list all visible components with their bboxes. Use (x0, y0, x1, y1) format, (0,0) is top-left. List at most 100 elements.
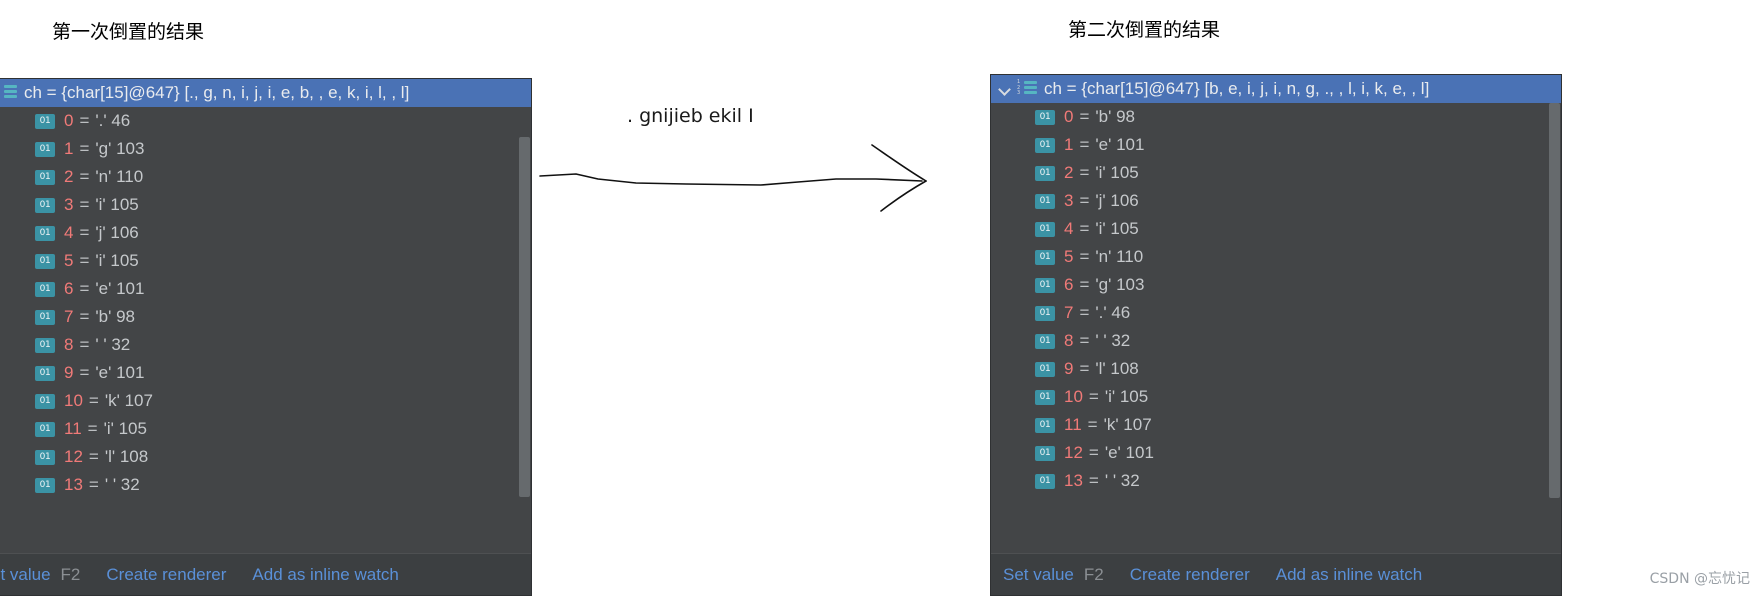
tree-row[interactable]: 01 4 = 'i' 105 (991, 215, 1561, 243)
vertical-scrollbar-left[interactable] (518, 107, 531, 553)
array-value: ' ' 32 (1104, 471, 1140, 490)
array-index: 4 (64, 223, 74, 242)
tree-row[interactable]: 01 3 = 'i' 105 (0, 191, 531, 219)
array-value: ' ' 32 (95, 335, 131, 354)
array-index: 11 (1064, 415, 1082, 434)
primitive-01-icon: 01 (35, 281, 55, 297)
primitive-01-icon: 01 (35, 393, 55, 409)
chevron-down-icon[interactable] (997, 81, 1013, 97)
equals-sign: = (1079, 163, 1090, 182)
tree-row[interactable]: 01 12 = 'e' 101 (991, 439, 1561, 467)
array-index: 0 (64, 111, 74, 130)
tree-row[interactable]: 01 2 = 'i' 105 (991, 159, 1561, 187)
tree-row[interactable]: 01 11 = 'i' 105 (0, 415, 531, 443)
tree-row[interactable]: 01 10 = 'k' 107 (0, 387, 531, 415)
primitive-01-icon: 01 (35, 365, 55, 381)
scrollbar-thumb[interactable] (1549, 103, 1560, 498)
tree-row[interactable]: 01 4 = 'j' 106 (0, 219, 531, 247)
tree-row[interactable]: 01 5 = 'i' 105 (0, 247, 531, 275)
array-index: 9 (1064, 359, 1074, 378)
array-value: 'k' 107 (1103, 415, 1152, 434)
array-value: 'n' 110 (1095, 247, 1144, 266)
variables-tree-left[interactable]: 123 ch = {char[15]@647} [., g, n, i, j, … (0, 79, 531, 553)
array-index: 3 (1064, 191, 1074, 210)
set-value-button[interactable]: et value (0, 565, 51, 585)
array-index: 5 (64, 251, 74, 270)
equals-sign: = (1079, 135, 1090, 154)
section-caption-left: 第一次倒置的结果 (52, 21, 205, 43)
tree-row[interactable]: 01 9 = 'l' 108 (991, 355, 1561, 383)
tree-row[interactable]: 01 6 = 'e' 101 (0, 275, 531, 303)
create-renderer-button[interactable]: Create renderer (106, 565, 226, 585)
create-renderer-button[interactable]: Create renderer (1130, 565, 1250, 585)
array-index: 12 (64, 447, 83, 466)
equals-sign: = (79, 111, 90, 130)
action-toolbar-right: Set value F2 Create renderer Add as inli… (991, 553, 1561, 595)
array-header-label: ch = {char[15]@647} [., g, n, i, j, i, e… (24, 83, 410, 102)
tree-row[interactable]: 01 0 = 'b' 98 (991, 103, 1561, 131)
array-header-label: ch = {char[15]@647} [b, e, i, j, i, n, g… (1044, 79, 1430, 98)
primitive-01-icon: 01 (1035, 361, 1055, 377)
annotation-text: . gnijieb ekil I (627, 105, 754, 127)
array-value: 'i' 105 (1104, 387, 1149, 406)
watermark-text: CSDN @忘忧记 (1649, 571, 1750, 587)
equals-sign: = (79, 139, 90, 158)
primitive-01-icon: 01 (35, 169, 55, 185)
array-icon: 123 (1017, 79, 1037, 98)
tree-row[interactable]: 01 13 = ' ' 32 (0, 471, 531, 499)
set-value-button[interactable]: Set value (1003, 565, 1074, 585)
array-value: 'i' 105 (1095, 163, 1139, 182)
array-index: 6 (1064, 275, 1074, 294)
tree-row-array-header-left[interactable]: 123 ch = {char[15]@647} [., g, n, i, j, … (0, 79, 531, 107)
tree-row-array-header-right[interactable]: 123 ch = {char[15]@647} [b, e, i, j, i, … (991, 75, 1561, 103)
equals-sign: = (79, 307, 90, 326)
add-as-inline-watch-button[interactable]: Add as inline watch (252, 565, 398, 585)
array-value: 'j' 106 (95, 223, 139, 242)
tree-row[interactable]: 01 10 = 'i' 105 (991, 383, 1561, 411)
equals-sign: = (79, 251, 90, 270)
array-value: 'l' 108 (1095, 359, 1139, 378)
hand-drawn-arrow-icon (539, 144, 927, 212)
equals-sign: = (1079, 331, 1090, 350)
add-as-inline-watch-button[interactable]: Add as inline watch (1276, 565, 1422, 585)
set-value-shortcut: F2 (60, 564, 81, 584)
primitive-01-icon: 01 (35, 477, 55, 493)
array-index: 1 (64, 139, 74, 158)
tree-row[interactable]: 01 7 = '.' 46 (991, 299, 1561, 327)
tree-row[interactable]: 01 0 = '.' 46 (0, 107, 531, 135)
array-value: 'e' 101 (1104, 443, 1154, 462)
equals-sign: = (79, 195, 90, 214)
tree-row[interactable]: 01 1 = 'g' 103 (0, 135, 531, 163)
tree-row[interactable]: 01 11 = 'k' 107 (991, 411, 1561, 439)
tree-row[interactable]: 01 12 = 'l' 108 (0, 443, 531, 471)
tree-row[interactable]: 01 8 = ' ' 32 (0, 331, 531, 359)
primitive-01-icon: 01 (1035, 221, 1055, 237)
vertical-scrollbar-right[interactable] (1548, 103, 1561, 553)
array-value: ' ' 32 (1095, 331, 1131, 350)
tree-row[interactable]: 01 2 = 'n' 110 (0, 163, 531, 191)
variables-tree-right[interactable]: 123 ch = {char[15]@647} [b, e, i, j, i, … (991, 75, 1561, 553)
array-value: 'j' 106 (1095, 191, 1139, 210)
array-index: 12 (1064, 443, 1083, 462)
tree-row[interactable]: 01 7 = 'b' 98 (0, 303, 531, 331)
array-index: 8 (64, 335, 74, 354)
tree-row[interactable]: 01 8 = ' ' 32 (991, 327, 1561, 355)
tree-row[interactable]: 01 1 = 'e' 101 (991, 131, 1561, 159)
equals-sign: = (1079, 359, 1090, 378)
primitive-01-icon: 01 (1035, 389, 1055, 405)
action-toolbar-left: et value F2 Create renderer Add as inlin… (0, 553, 531, 595)
array-index: 8 (1064, 331, 1074, 350)
primitive-01-icon: 01 (35, 253, 55, 269)
equals-sign: = (1079, 107, 1090, 126)
tree-row[interactable]: 01 3 = 'j' 106 (991, 187, 1561, 215)
tree-row[interactable]: 01 5 = 'n' 110 (991, 243, 1561, 271)
primitive-01-icon: 01 (35, 449, 55, 465)
scrollbar-thumb[interactable] (519, 137, 530, 497)
array-index: 10 (64, 391, 83, 410)
tree-row[interactable]: 01 9 = 'e' 101 (0, 359, 531, 387)
array-value: '.' 46 (1095, 303, 1131, 322)
equals-sign: = (1087, 415, 1098, 434)
tree-row[interactable]: 01 6 = 'g' 103 (991, 271, 1561, 299)
equals-sign: = (79, 223, 90, 242)
tree-row[interactable]: 01 13 = ' ' 32 (991, 467, 1561, 495)
